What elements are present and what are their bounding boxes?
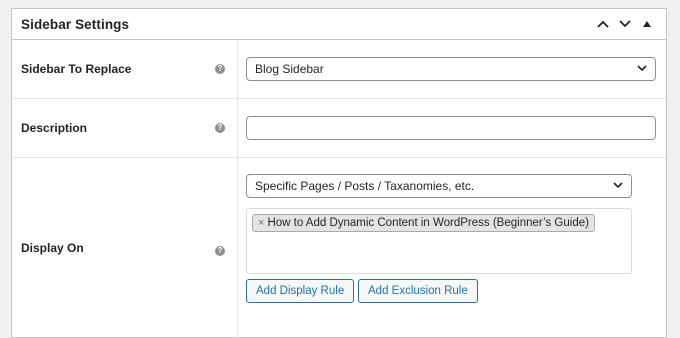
help-icon[interactable]: ? [215, 64, 225, 74]
display-on-multiselect[interactable]: × How to Add Dynamic Content in WordPres… [246, 208, 632, 274]
panel-handle-actions [592, 13, 658, 35]
row-display-on: Display On ? Specific Pages / Posts / Ta… [12, 158, 666, 338]
sidebar-to-replace-label: Sidebar To Replace [21, 62, 132, 76]
description-input[interactable] [246, 116, 656, 140]
add-display-rule-button[interactable]: Add Display Rule [246, 279, 355, 303]
label-cell: Display On ? [12, 158, 238, 338]
description-label: Description [21, 121, 88, 135]
move-down-icon[interactable] [614, 13, 636, 35]
field-cell: Blog Sidebar [238, 40, 666, 98]
remove-tag-icon[interactable]: × [258, 217, 264, 229]
panel-title: Sidebar Settings [21, 16, 130, 32]
chevron-down-icon [613, 182, 623, 189]
display-on-select[interactable]: Specific Pages / Posts / Taxanomies, etc… [246, 174, 632, 198]
label-cell: Sidebar To Replace ? [12, 40, 238, 98]
selected-item-tag: × How to Add Dynamic Content in WordPres… [252, 214, 595, 232]
sidebar-settings-panel: Sidebar Settings Sidebar To Replace ? Bl… [11, 8, 667, 338]
row-description: Description ? [12, 99, 666, 158]
field-cell: Specific Pages / Posts / Taxanomies, etc… [238, 158, 666, 338]
add-exclusion-rule-button[interactable]: Add Exclusion Rule [358, 279, 478, 303]
help-icon[interactable]: ? [215, 123, 225, 133]
help-icon[interactable]: ? [215, 246, 225, 256]
panel-header: Sidebar Settings [12, 9, 666, 40]
sidebar-select[interactable]: Blog Sidebar [246, 57, 656, 81]
tag-label: How to Add Dynamic Content in WordPress … [267, 217, 589, 229]
label-cell: Description ? [12, 99, 238, 157]
row-sidebar-to-replace: Sidebar To Replace ? Blog Sidebar [12, 40, 666, 99]
display-on-select-value: Specific Pages / Posts / Taxanomies, etc… [255, 179, 475, 193]
sidebar-select-value: Blog Sidebar [255, 62, 324, 76]
toggle-panel-icon[interactable] [636, 13, 658, 35]
display-on-label: Display On [21, 241, 84, 255]
field-cell [238, 99, 666, 157]
chevron-down-icon [637, 65, 647, 72]
move-up-icon[interactable] [592, 13, 614, 35]
